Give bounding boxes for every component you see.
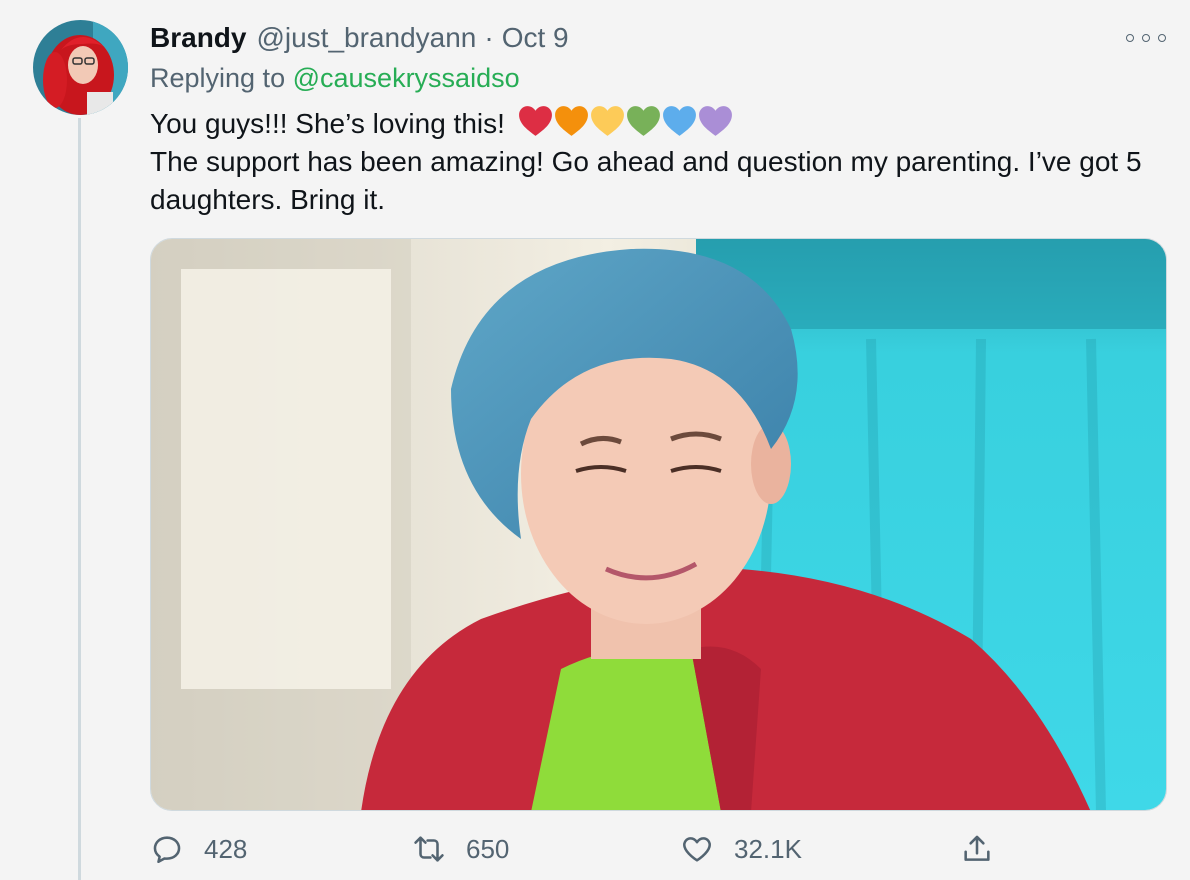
author-handle[interactable]: @just_brandyann bbox=[256, 22, 476, 54]
reply-button[interactable]: 428 bbox=[150, 832, 247, 866]
replying-to: Replying to @causekryssaidso bbox=[150, 63, 520, 94]
purple-heart-icon bbox=[698, 106, 732, 136]
author-name[interactable]: Brandy bbox=[150, 22, 246, 54]
retweet-count: 650 bbox=[466, 833, 510, 864]
separator-dot: · bbox=[484, 22, 494, 53]
retweet-icon bbox=[414, 836, 444, 862]
retweet-button[interactable]: 650 bbox=[412, 832, 509, 866]
replying-handle-link[interactable]: @causekryssaidso bbox=[293, 63, 520, 93]
author-avatar[interactable] bbox=[33, 20, 128, 115]
green-heart-icon bbox=[626, 106, 660, 136]
thread-line bbox=[78, 118, 81, 880]
tweet-text: You guys!!! She’s loving this! The suppo… bbox=[150, 104, 1170, 219]
tweet-text-body: The support has been amazing! Go ahead a… bbox=[150, 146, 1142, 215]
more-dot bbox=[1142, 34, 1150, 42]
tweet-header: Brandy @just_brandyann · Oct 9 bbox=[150, 22, 569, 60]
tweet: Brandy @just_brandyann · Oct 9 Replying … bbox=[0, 0, 1190, 880]
replying-prefix: Replying to bbox=[150, 63, 286, 93]
share-button[interactable] bbox=[960, 832, 994, 866]
orange-heart-icon bbox=[554, 106, 588, 136]
more-options-icon[interactable] bbox=[1126, 28, 1166, 48]
heart-emojis bbox=[517, 104, 733, 137]
tweet-actions: 428 650 32.1K bbox=[150, 832, 1167, 872]
tweet-text-line1: You guys!!! She’s loving this! bbox=[150, 108, 505, 139]
yellow-heart-icon bbox=[590, 106, 624, 136]
reply-count: 428 bbox=[204, 833, 248, 864]
more-dot bbox=[1126, 34, 1134, 42]
tweet-date[interactable]: Oct 9 bbox=[502, 22, 569, 54]
like-heart-icon bbox=[683, 837, 711, 862]
more-dot bbox=[1158, 34, 1166, 42]
reply-icon bbox=[153, 836, 181, 864]
like-count: 32.1K bbox=[734, 833, 802, 864]
like-button[interactable]: 32.1K bbox=[680, 832, 802, 866]
share-icon bbox=[964, 835, 990, 861]
tweet-photo[interactable] bbox=[150, 238, 1167, 811]
blue-heart-icon bbox=[662, 106, 696, 136]
red-heart-icon bbox=[518, 106, 552, 136]
